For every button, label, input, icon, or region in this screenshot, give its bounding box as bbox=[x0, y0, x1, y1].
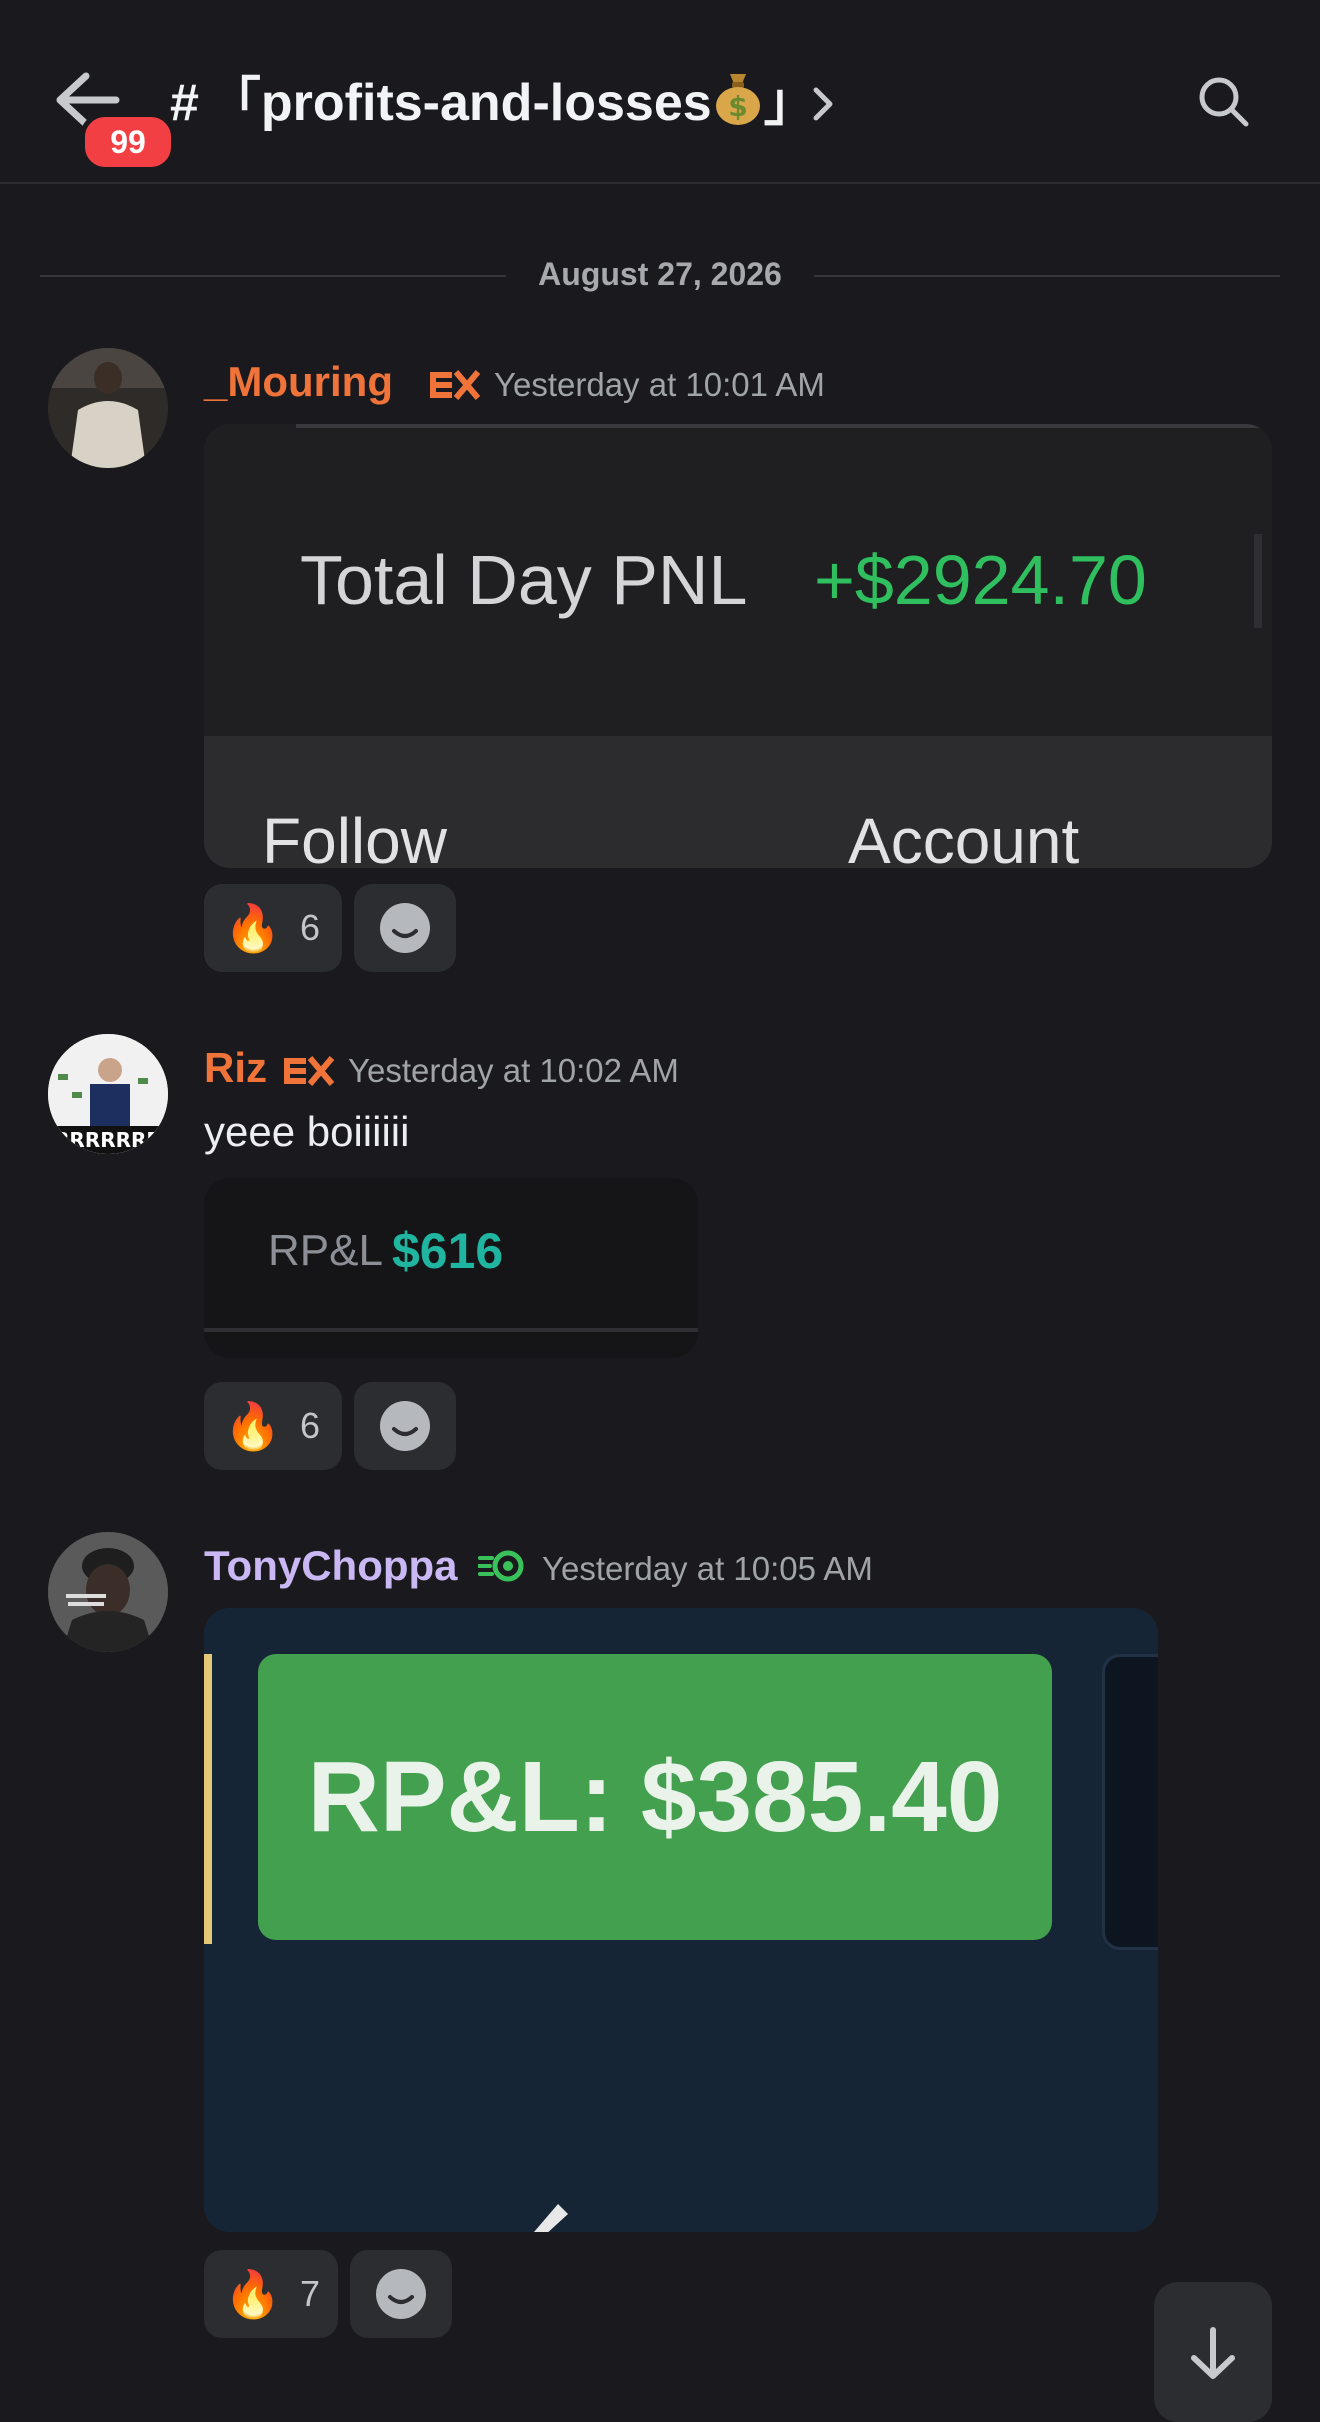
image-attachment[interactable]: RP&L $616 bbox=[204, 1178, 698, 1358]
pnl-label: Total Day PNL bbox=[300, 541, 748, 619]
rpl-label: RP&L bbox=[268, 1226, 383, 1275]
jump-to-present-button[interactable] bbox=[1154, 2282, 1272, 2422]
channel-hash-icon: # bbox=[170, 74, 199, 132]
svg-text:BRRRRRR: BRRRRRR bbox=[54, 1128, 162, 1152]
reaction-count: 7 bbox=[300, 2273, 321, 2314]
image-attachment[interactable]: Total Day PNL +$2924.70 Follow Account bbox=[204, 424, 1272, 868]
timestamp: Yesterday at 10:02 AM bbox=[348, 1052, 679, 1089]
channel-header: 99 # 「profits-and-losses $ 」 bbox=[0, 0, 1320, 184]
add-reaction-button[interactable] bbox=[354, 1382, 456, 1470]
reaction-fire[interactable]: 🔥 7 bbox=[204, 2250, 338, 2338]
username[interactable]: Riz bbox=[204, 1044, 267, 1092]
server-tag-icon bbox=[284, 1056, 334, 1086]
divider-line-left bbox=[40, 275, 506, 277]
reaction-fire[interactable]: 🔥 6 bbox=[204, 1382, 342, 1470]
rpl-card: RP&L: $385.40 bbox=[258, 1654, 1052, 1940]
avatar[interactable]: BRRRRRR bbox=[48, 1034, 168, 1154]
server-tag-icon bbox=[430, 370, 480, 400]
avatar[interactable] bbox=[48, 348, 168, 468]
follow-label: Follow bbox=[262, 805, 447, 868]
svg-text:$: $ bbox=[728, 90, 747, 123]
fire-icon: 🔥 bbox=[224, 902, 282, 954]
cursor-icon bbox=[534, 2204, 568, 2232]
rpl-card-text: RP&L: $385.40 bbox=[307, 1741, 1003, 1853]
channel-title[interactable]: # 「profits-and-losses $ 」 bbox=[170, 68, 816, 138]
reaction-count: 6 bbox=[300, 1405, 321, 1446]
arrow-down-icon bbox=[1191, 2327, 1235, 2379]
chevron-right-icon[interactable] bbox=[808, 82, 838, 126]
nitro-badge-icon bbox=[478, 1550, 524, 1582]
add-reaction-icon bbox=[380, 903, 430, 953]
avatar[interactable] bbox=[48, 1532, 168, 1652]
channel-name: 「profits-and-losses bbox=[208, 74, 712, 132]
unread-badge: 99 bbox=[80, 112, 176, 172]
account-label: Account bbox=[848, 805, 1080, 868]
timestamp: Yesterday at 10:01 AM bbox=[494, 366, 825, 403]
add-reaction-icon bbox=[376, 2269, 426, 2319]
reaction-count: 6 bbox=[300, 907, 321, 948]
fire-icon: 🔥 bbox=[224, 2268, 282, 2320]
reaction-fire[interactable]: 🔥 6 bbox=[204, 884, 342, 972]
date-divider: August 27, 2026 bbox=[538, 256, 782, 292]
money-bag-icon: $ bbox=[712, 70, 764, 144]
add-reaction-button[interactable] bbox=[354, 884, 456, 972]
add-reaction-button[interactable] bbox=[350, 2250, 452, 2338]
fire-icon: 🔥 bbox=[224, 1400, 282, 1452]
add-reaction-icon bbox=[380, 1401, 430, 1451]
pnl-value: +$2924.70 bbox=[814, 541, 1147, 619]
divider-line-right bbox=[814, 275, 1280, 277]
username[interactable]: _Mouring bbox=[204, 358, 393, 406]
message-text: yeee boiiiiii bbox=[204, 1108, 410, 1155]
image-attachment[interactable]: RP&L: $385.40 bbox=[204, 1608, 1158, 2232]
timestamp: Yesterday at 10:05 AM bbox=[542, 1550, 873, 1587]
search-icon[interactable] bbox=[1196, 74, 1250, 128]
username[interactable]: TonyChoppa bbox=[204, 1542, 458, 1590]
rpl-value: $616 bbox=[392, 1223, 504, 1279]
